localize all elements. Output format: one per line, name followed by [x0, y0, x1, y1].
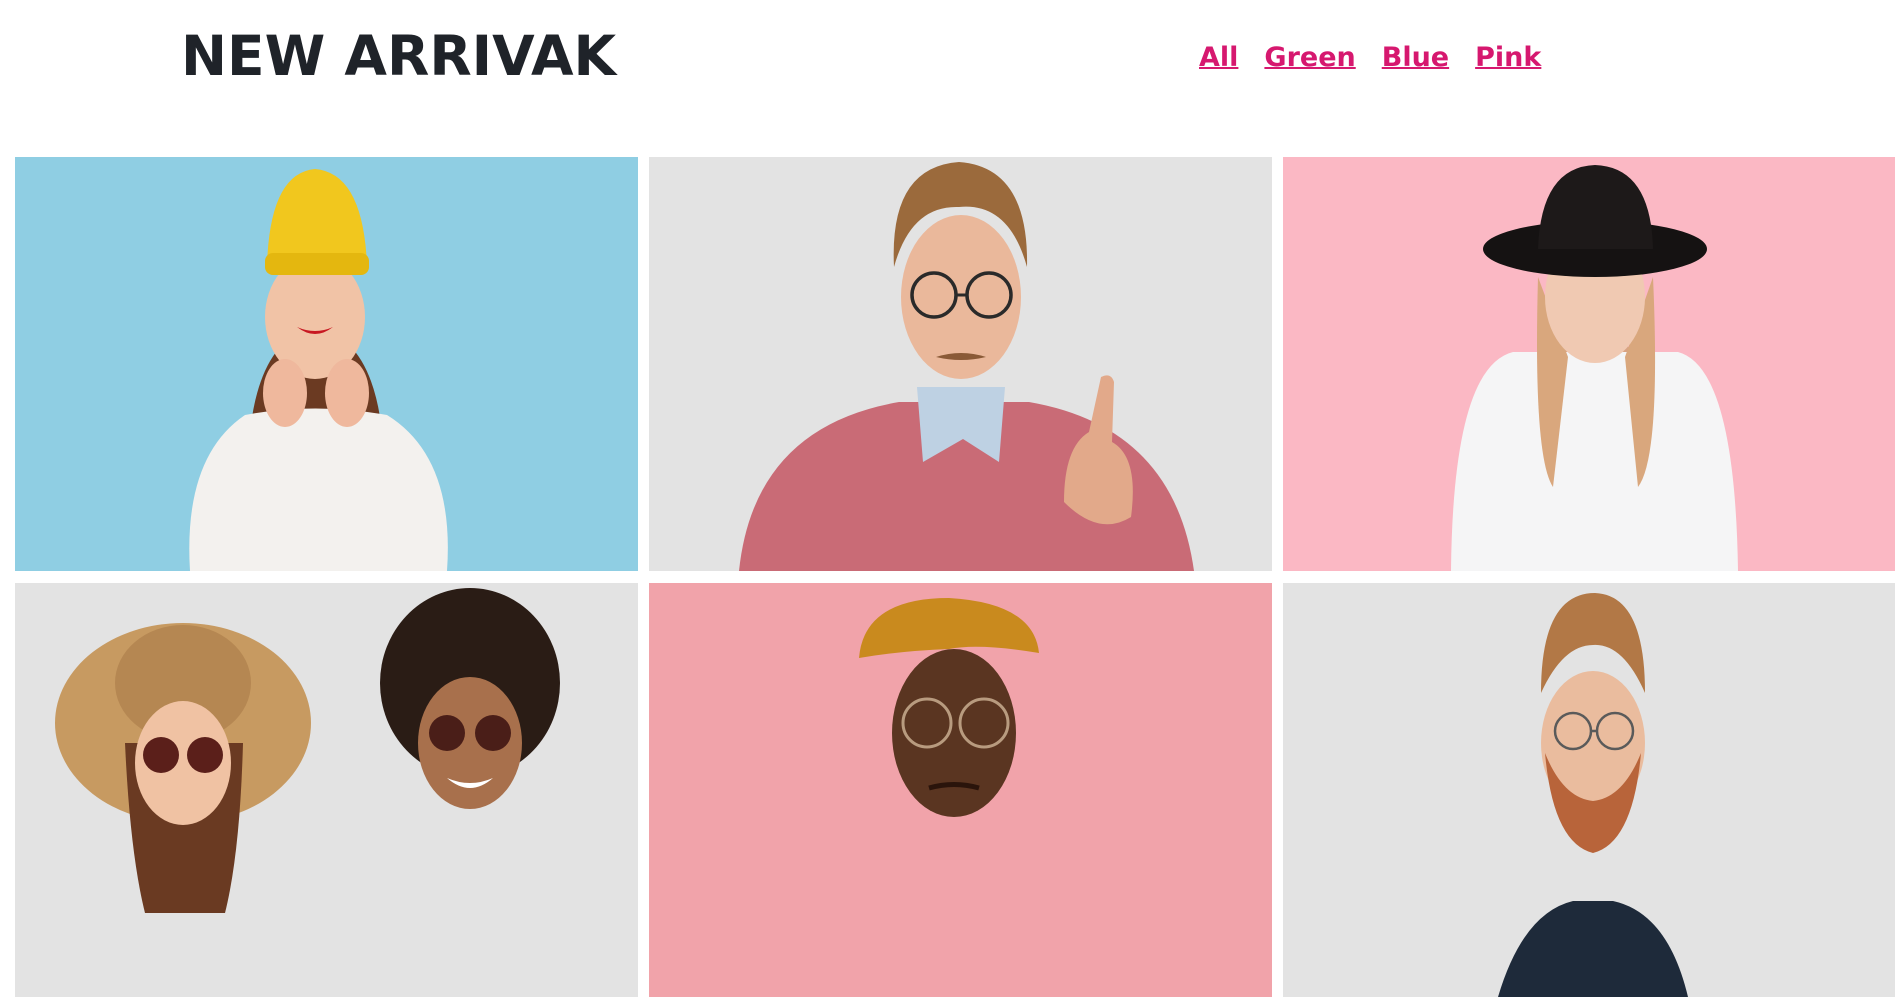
gallery-card-woman-black-hat[interactable]: [1283, 157, 1895, 571]
gallery-card-two-women-sunglasses[interactable]: [15, 583, 638, 997]
filter-link-green[interactable]: Green: [1264, 38, 1355, 78]
filter-link-pink[interactable]: Pink: [1475, 38, 1541, 78]
page-header: NEW ARRIVAK All Green Blue Pink: [0, 0, 1895, 157]
filter-nav: All Green Blue Pink: [1199, 38, 1541, 78]
page-title: NEW ARRIVAK: [181, 24, 617, 88]
product-gallery: [15, 157, 1895, 997]
filter-link-blue[interactable]: Blue: [1382, 38, 1449, 78]
photo-woman-black-hat: [1283, 157, 1895, 571]
gallery-card-bearded-man-glasses[interactable]: [1283, 583, 1895, 997]
photo-man-glasses-pink-sweater: [649, 157, 1272, 571]
photo-woman-yellow-beanie: [15, 157, 638, 571]
gallery-card-woman-yellow-beanie[interactable]: [15, 157, 638, 571]
photo-bearded-man-glasses: [1283, 583, 1895, 997]
photo-two-women-sunglasses: [15, 583, 638, 997]
filter-link-all[interactable]: All: [1199, 38, 1238, 78]
gallery-card-man-glasses-pink-sweater[interactable]: [649, 157, 1272, 571]
gallery-card-man-mustard-cap[interactable]: [649, 583, 1272, 997]
photo-man-mustard-cap: [649, 583, 1272, 997]
